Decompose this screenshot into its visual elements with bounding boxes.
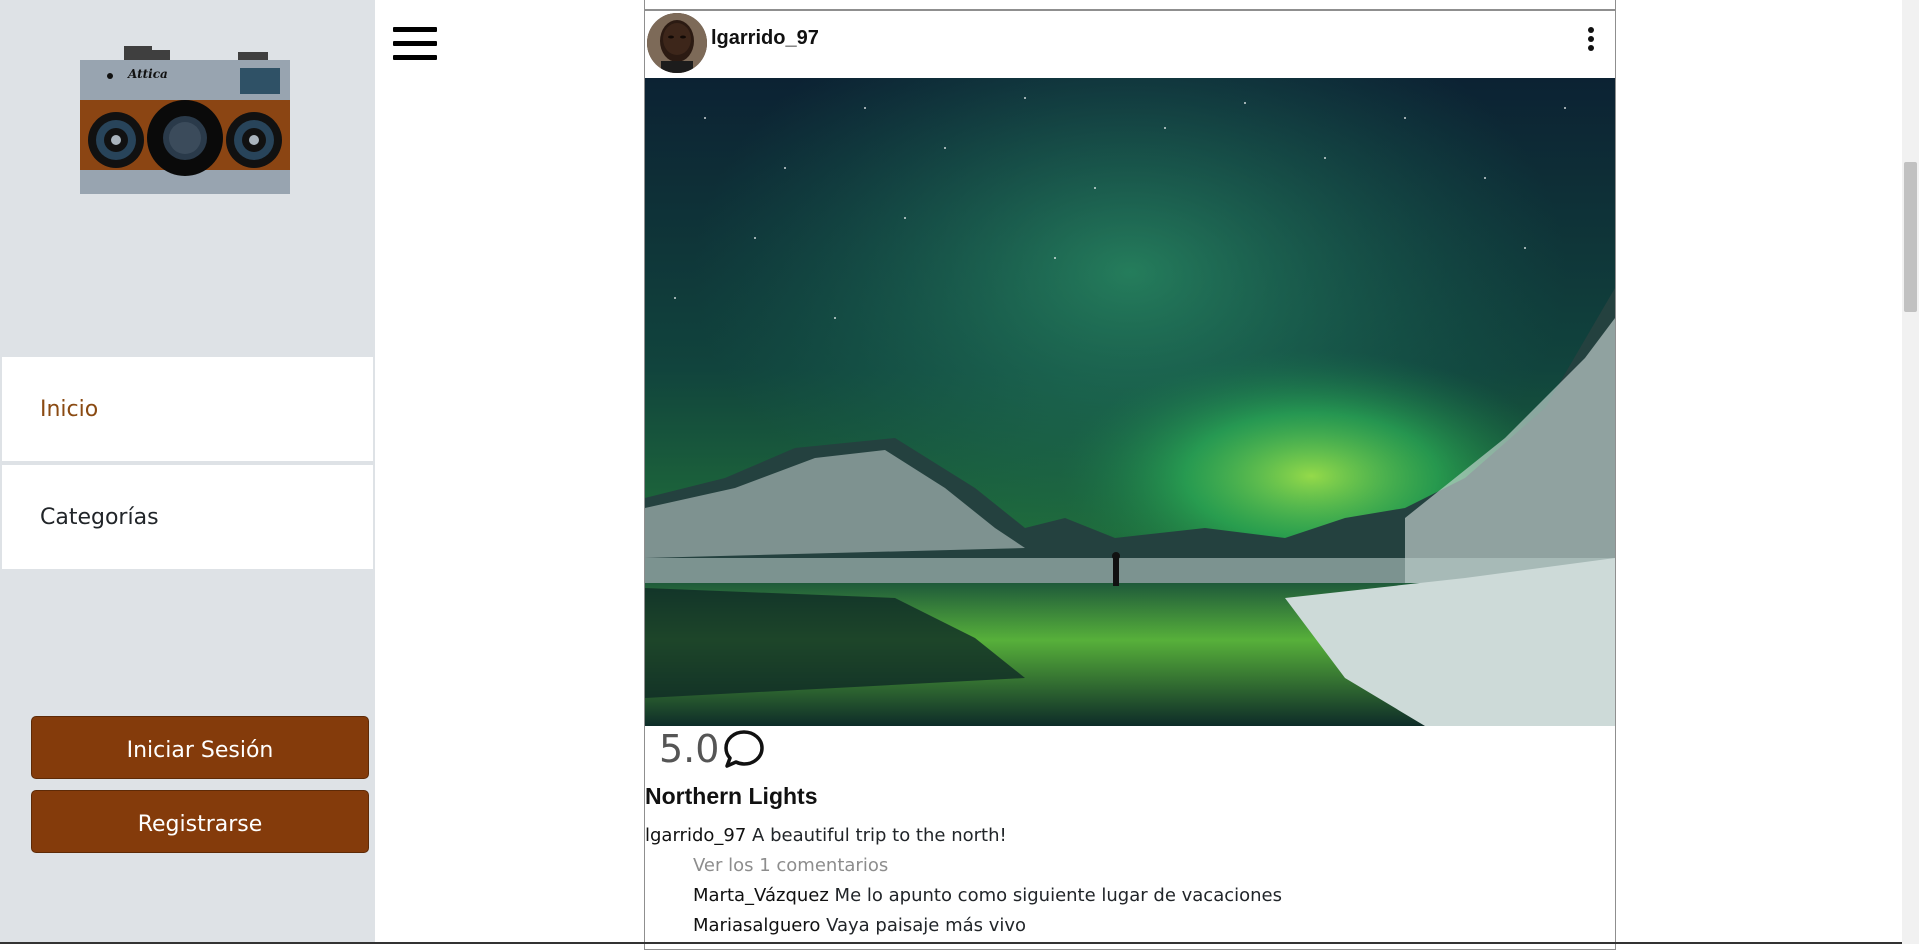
comment-username[interactable]: Mariasalguero — [693, 915, 820, 936]
comment-item: Mariasalguero Vaya paisaje más vivo — [693, 915, 1026, 936]
scrollbar-thumb[interactable] — [1904, 162, 1917, 312]
register-button[interactable]: Registrarse — [31, 790, 369, 853]
page-scrollbar[interactable] — [1902, 0, 1919, 944]
rating-value: 5.0 — [659, 727, 720, 771]
caption-text: A beautiful trip to the north! — [752, 825, 1007, 846]
comment-text: Vaya paisaje más vivo — [826, 915, 1027, 936]
comment-bubble-icon[interactable] — [723, 729, 765, 769]
view-comments-link[interactable]: Ver los 1 comentarios — [693, 855, 888, 876]
sidebar: Attica Inicio Categorías Iniciar Sesión … — [0, 0, 375, 944]
caption-username[interactable]: lgarrido_97 — [645, 825, 746, 846]
camera-logo[interactable]: Attica — [78, 44, 292, 194]
more-options-icon[interactable] — [1585, 27, 1597, 51]
post-card: lgarrido_97 5.0 Northern Lights lgarrido… — [644, 10, 1616, 950]
login-button[interactable]: Iniciar Sesión — [31, 716, 369, 779]
previous-post-edge — [644, 0, 1616, 10]
user-avatar[interactable] — [647, 13, 707, 73]
comment-username[interactable]: Marta_Vázquez — [693, 885, 829, 906]
nav-item-categorias[interactable]: Categorías — [2, 465, 373, 569]
nav-item-label: Inicio — [40, 396, 99, 422]
post-header: lgarrido_97 — [645, 11, 1615, 77]
comment-item: Marta_Vázquez Me lo apunto como siguient… — [693, 885, 1282, 906]
post-photo — [645, 78, 1615, 726]
nav-item-inicio[interactable]: Inicio — [2, 357, 373, 461]
comment-text: Me lo apunto como siguiente lugar de vac… — [834, 885, 1282, 906]
nav-item-label: Categorías — [40, 504, 159, 530]
hamburger-menu-icon[interactable] — [393, 27, 437, 61]
post-title: Northern Lights — [645, 783, 818, 809]
svg-text:Attica: Attica — [127, 67, 168, 81]
post-username[interactable]: lgarrido_97 — [711, 27, 819, 50]
post-caption: lgarrido_97 A beautiful trip to the nort… — [645, 825, 1007, 846]
